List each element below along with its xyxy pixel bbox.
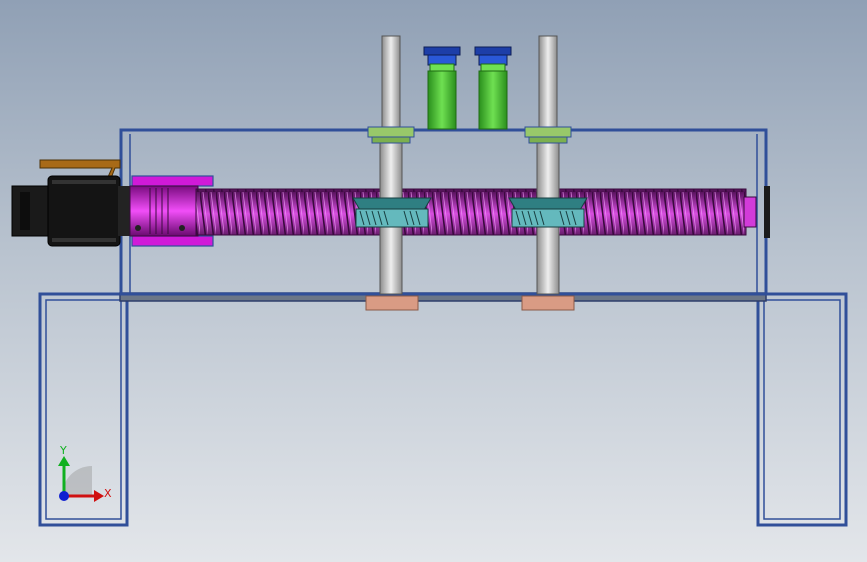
- lead-screw: [195, 186, 770, 238]
- suction-cup-right: [474, 46, 512, 130]
- bushing-right: [521, 295, 575, 311]
- right-leg-frame: [756, 292, 848, 527]
- guide-shaft-right: [536, 35, 560, 295]
- assembly-drawing: Y X: [11, 35, 848, 527]
- bushing-left: [365, 295, 419, 311]
- suction-cup-left: [423, 46, 461, 130]
- shaft-collar-right: [524, 126, 572, 144]
- servo-motor: [11, 175, 132, 247]
- x-axis-label: X: [104, 487, 112, 500]
- axis-triad: Y X: [58, 444, 112, 502]
- cad-viewport[interactable]: Y X: [0, 0, 867, 562]
- worm-nut-left: [352, 197, 432, 228]
- guide-shaft-left: [379, 35, 403, 295]
- y-axis-label: Y: [59, 444, 67, 457]
- shaft-collar-left: [367, 126, 415, 144]
- worm-nut-right: [508, 197, 588, 228]
